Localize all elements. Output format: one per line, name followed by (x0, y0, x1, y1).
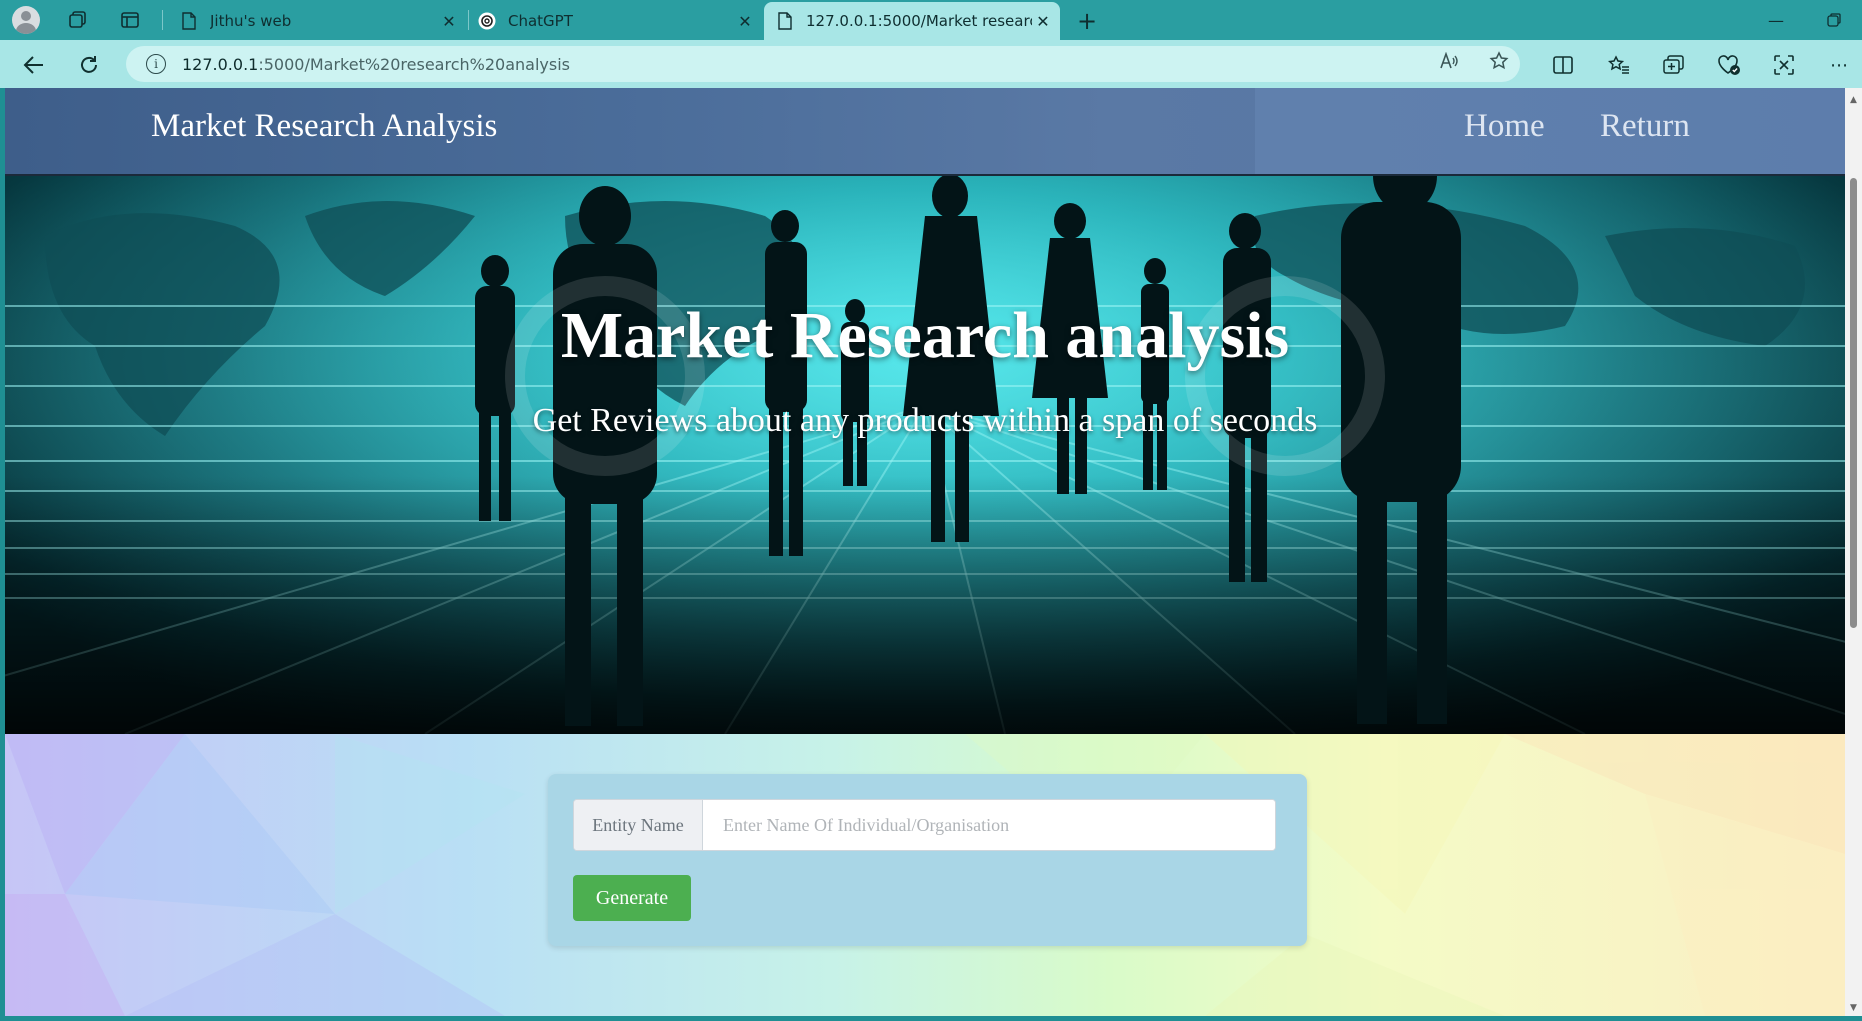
hero-background-image (5, 176, 1845, 734)
new-tab-button[interactable]: + (1072, 6, 1102, 36)
tab-chatgpt[interactable]: ChatGPT ✕ (466, 2, 762, 40)
favorites-icon[interactable] (1604, 50, 1634, 80)
workspaces-icon[interactable] (64, 6, 92, 34)
collections-icon[interactable] (1659, 50, 1689, 80)
restore-icon[interactable] (1818, 4, 1850, 36)
site-header: Market Research Analysis Home Return (5, 88, 1845, 176)
refresh-icon[interactable] (73, 49, 105, 81)
page-scrollbar[interactable]: ▲ ▼ (1845, 88, 1862, 1021)
nav-return-link[interactable]: Return (1600, 108, 1690, 145)
chatgpt-icon (478, 12, 496, 30)
window-border (0, 1016, 1862, 1021)
profile-avatar-icon[interactable] (12, 6, 40, 34)
tab-title: Jithu's web (210, 12, 292, 30)
hero-subtitle: Get Reviews about any products within a … (532, 402, 1318, 439)
scrollbar-thumb[interactable] (1850, 178, 1857, 628)
page-viewport: Market Research Analysis Home Return Mar… (5, 88, 1845, 1016)
scroll-down-icon[interactable]: ▼ (1849, 1004, 1858, 1013)
browser-essentials-icon[interactable] (1714, 50, 1744, 80)
page-icon (776, 12, 794, 30)
close-icon[interactable]: ✕ (734, 10, 756, 32)
minimize-icon[interactable]: — (1760, 4, 1792, 36)
screenshot-icon[interactable] (1769, 50, 1799, 80)
tab-jithus-web[interactable]: Jithu's web ✕ (168, 2, 466, 40)
entity-name-label: Entity Name (574, 800, 703, 850)
back-arrow-icon[interactable] (18, 49, 50, 81)
tab-title: 127.0.0.1:5000/Market research a (806, 12, 1032, 30)
site-brand[interactable]: Market Research Analysis (151, 108, 497, 145)
close-icon[interactable]: ✕ (438, 10, 460, 32)
read-aloud-icon[interactable] (1434, 46, 1464, 76)
search-form-card: Entity Name Generate (548, 774, 1307, 946)
browser-tab-bar: Jithu's web ✕ ChatGPT ✕ 127.0.0.1:5000/M… (0, 0, 1862, 40)
hero-title: Market Research analysis (560, 299, 1290, 372)
browser-toolbar: i 127.0.0.1:5000/Market%20research%20ana… (0, 40, 1862, 88)
split-screen-icon[interactable] (1548, 50, 1578, 80)
more-options-icon[interactable]: ⋯ (1824, 50, 1854, 80)
address-bar[interactable]: i 127.0.0.1:5000/Market%20research%20ana… (126, 46, 1520, 82)
site-info-icon[interactable]: i (146, 54, 166, 74)
close-icon[interactable]: ✕ (1032, 10, 1054, 32)
scroll-up-icon[interactable]: ▲ (1849, 96, 1858, 105)
url-text: 127.0.0.1:5000/Market%20research%20analy… (182, 54, 570, 74)
tab-actions-icon[interactable] (116, 6, 144, 34)
nav-home-link[interactable]: Home (1464, 108, 1545, 145)
entity-input-group: Entity Name (573, 799, 1276, 851)
page-icon (180, 12, 198, 30)
favorite-star-icon[interactable] (1484, 46, 1514, 76)
tab-title: ChatGPT (508, 12, 573, 30)
generate-button[interactable]: Generate (573, 875, 691, 921)
hero-banner: Market Research analysis Get Reviews abo… (5, 176, 1845, 734)
form-section: Entity Name Generate (5, 734, 1845, 1016)
entity-name-input[interactable] (703, 800, 1275, 850)
tab-market-research[interactable]: 127.0.0.1:5000/Market research a ✕ (764, 2, 1060, 40)
